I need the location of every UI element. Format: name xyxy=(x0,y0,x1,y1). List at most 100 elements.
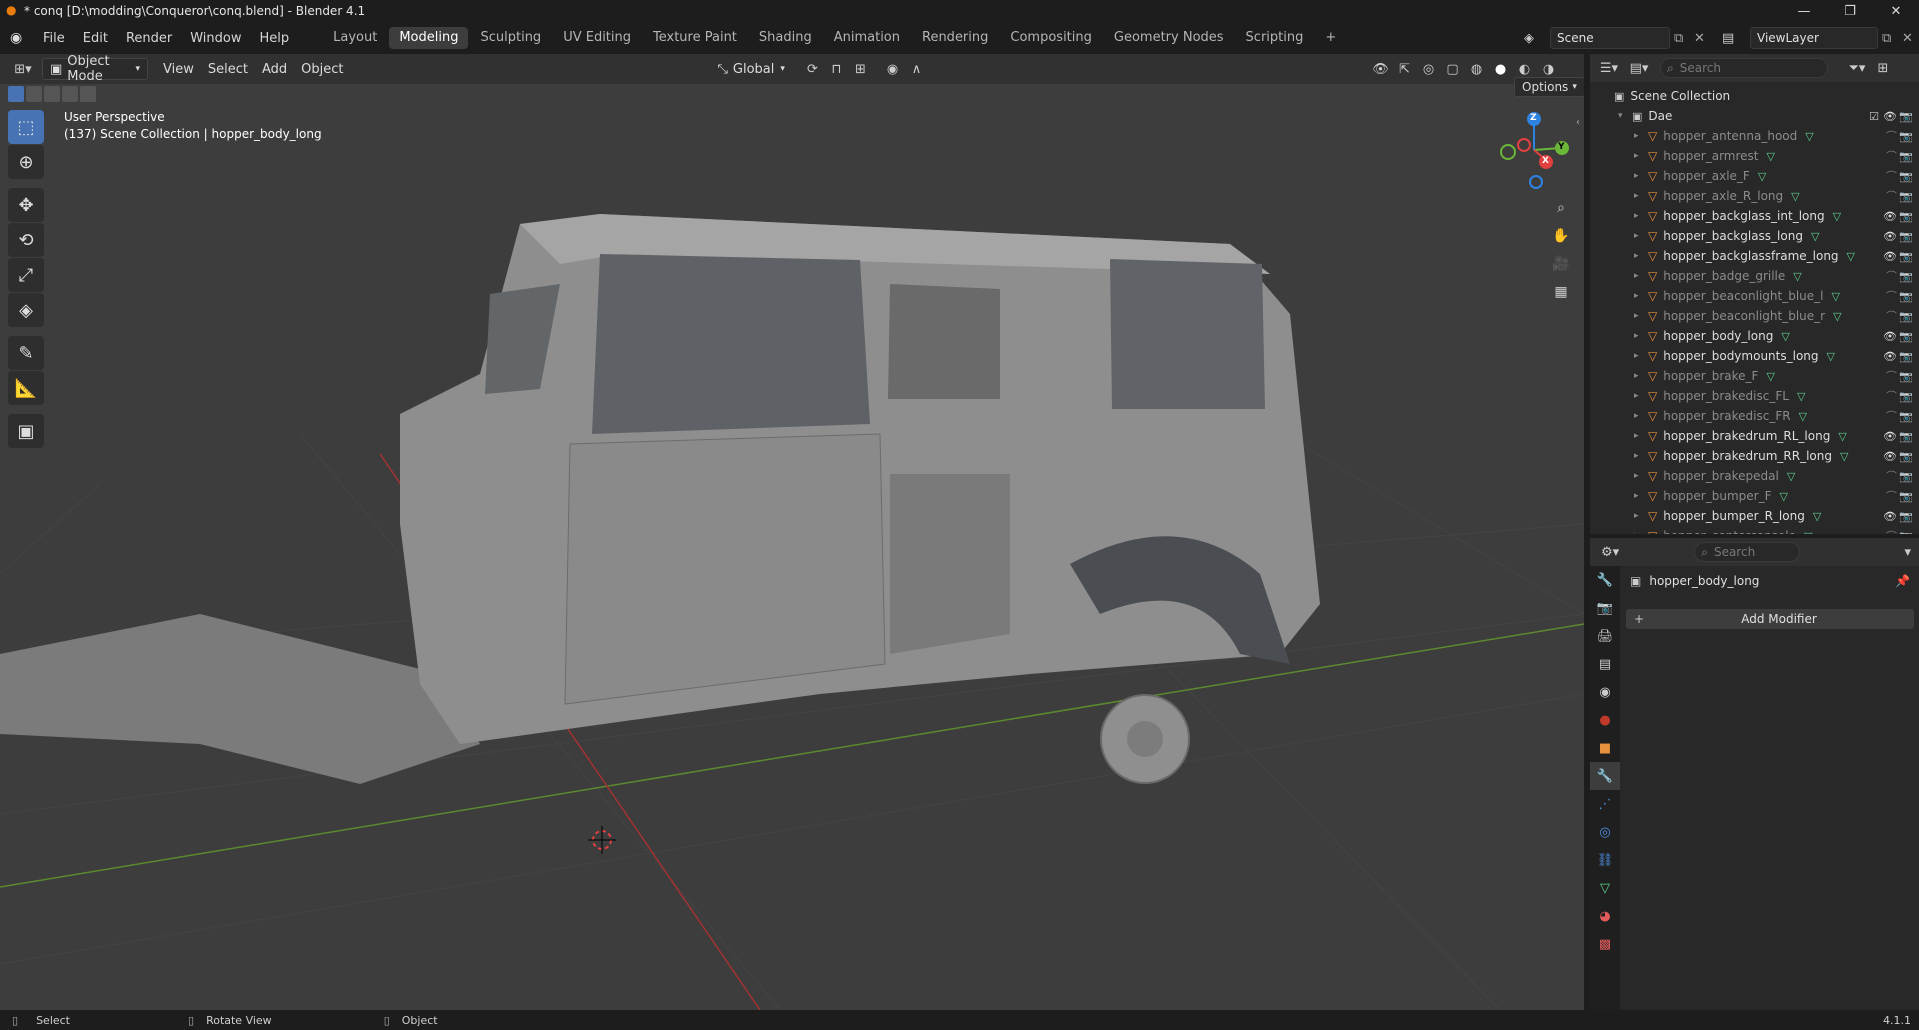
mesh-data-icon[interactable]: ▽ xyxy=(1793,270,1801,283)
checkbox-icon[interactable]: ☑ xyxy=(1869,110,1879,123)
world-tab-icon[interactable]: ● xyxy=(1590,706,1620,734)
eye-icon[interactable]: 👁 xyxy=(1883,250,1897,263)
chevron-right-icon[interactable]: ▸ xyxy=(1634,511,1642,521)
mesh-data-icon[interactable]: ▽ xyxy=(1847,250,1855,263)
new-scene-icon[interactable]: ⧉ xyxy=(1674,31,1694,46)
chevron-right-icon[interactable]: ▸ xyxy=(1634,431,1642,441)
ortho-grid-icon[interactable]: ▦ xyxy=(1547,278,1575,306)
chevron-right-icon[interactable]: ▸ xyxy=(1634,131,1642,141)
camera-icon[interactable]: 📷 xyxy=(1899,130,1913,143)
mesh-data-icon[interactable]: ▽ xyxy=(1840,450,1848,463)
close-icon[interactable]: ✕ xyxy=(1873,0,1919,22)
camera-icon[interactable]: 📷 xyxy=(1899,230,1913,243)
overlay-toggle-icon[interactable]: ◎ xyxy=(1416,58,1440,80)
chevron-right-icon[interactable]: ▸ xyxy=(1634,471,1642,481)
texture-tab-icon[interactable]: ▩ xyxy=(1590,930,1620,958)
camera-icon[interactable]: 📷 xyxy=(1899,510,1913,523)
chevron-right-icon[interactable]: ▸ xyxy=(1634,251,1642,261)
camera-icon[interactable]: 📷 xyxy=(1899,450,1913,463)
chevron-right-icon[interactable]: ▸ xyxy=(1634,411,1642,421)
outliner-item[interactable]: ▸ ▽ hopper_bumper_F ▽ ⌒ 📷 xyxy=(1590,486,1919,506)
mesh-data-icon[interactable]: ▽ xyxy=(1787,470,1795,483)
view-layer-tab-icon[interactable]: ▤ xyxy=(1590,650,1620,678)
chevron-right-icon[interactable]: ▸ xyxy=(1634,391,1642,401)
tab-animation[interactable]: Animation xyxy=(824,27,910,49)
display-mode-icon[interactable]: ▤▾ xyxy=(1624,57,1654,79)
tab-shading[interactable]: Shading xyxy=(749,27,822,49)
camera-icon[interactable]: 📷 xyxy=(1899,290,1913,303)
data-tab-icon[interactable]: ▽ xyxy=(1590,874,1620,902)
menu-select[interactable]: Select xyxy=(201,58,255,80)
minimize-icon[interactable]: — xyxy=(1781,0,1827,22)
falloff-icon[interactable]: ∧ xyxy=(904,58,928,80)
chevron-right-icon[interactable]: ▸ xyxy=(1634,311,1642,321)
object-tab-icon[interactable]: ■ xyxy=(1590,734,1620,762)
select-new-icon[interactable] xyxy=(8,86,24,102)
outliner-item[interactable]: ▸ ▽ hopper_armrest ▽ ⌒ 📷 xyxy=(1590,146,1919,166)
menu-add[interactable]: Add xyxy=(255,58,294,80)
menu-view[interactable]: View xyxy=(156,58,201,80)
viewlayer-field[interactable]: ViewLayer xyxy=(1750,27,1878,49)
properties-search[interactable]: ⌕ Search xyxy=(1694,542,1801,562)
camera-icon[interactable]: 📷 xyxy=(1899,250,1913,263)
eye-icon[interactable]: 👁 xyxy=(1883,350,1897,363)
scene-icon[interactable]: ◈ xyxy=(1524,31,1550,46)
menu-object[interactable]: Object xyxy=(294,58,350,80)
rotate-icon[interactable]: ⟲ xyxy=(8,223,44,257)
mesh-data-icon[interactable]: ▽ xyxy=(1791,190,1799,203)
mesh-data-icon[interactable]: ▽ xyxy=(1766,370,1774,383)
eye-closed-icon[interactable]: ⌒ xyxy=(1886,388,1897,404)
menu-render[interactable]: Render xyxy=(117,31,181,46)
camera-icon[interactable]: 📷 xyxy=(1899,490,1913,503)
eye-closed-icon[interactable]: ⌒ xyxy=(1886,168,1897,184)
tab-scripting[interactable]: Scripting xyxy=(1236,27,1314,49)
eye-icon[interactable]: 👁 xyxy=(1883,330,1897,343)
tab-sculpting[interactable]: Sculpting xyxy=(470,27,551,49)
mesh-data-icon[interactable]: ▽ xyxy=(1779,490,1787,503)
outliner-item[interactable]: ▸ ▽ hopper_badge_grille ▽ ⌒ 📷 xyxy=(1590,266,1919,286)
outliner-item[interactable]: ▸ ▽ hopper_bumper_R_long ▽ 👁 📷 xyxy=(1590,506,1919,526)
camera-view-icon[interactable]: 🎥 xyxy=(1547,250,1575,278)
chevron-right-icon[interactable]: ▸ xyxy=(1634,291,1642,301)
editor-type-icon[interactable]: ⊞▾ xyxy=(8,58,38,80)
mesh-data-icon[interactable]: ▽ xyxy=(1797,390,1805,403)
eye-icon[interactable]: 👁 xyxy=(1883,230,1897,243)
eye-closed-icon[interactable]: ⌒ xyxy=(1886,308,1897,324)
restore-icon[interactable]: ❐ xyxy=(1827,0,1873,22)
move-icon[interactable]: ✥ xyxy=(8,188,44,222)
material-tab-icon[interactable]: ◕ xyxy=(1590,902,1620,930)
mesh-data-icon[interactable]: ▽ xyxy=(1767,150,1775,163)
outliner-item[interactable]: ▸ ▽ hopper_axle_R_long ▽ ⌒ 📷 xyxy=(1590,186,1919,206)
outliner-item[interactable]: ▸ ▽ hopper_backglass_long ▽ 👁 📷 xyxy=(1590,226,1919,246)
select-extend-icon[interactable] xyxy=(26,86,42,102)
mode-selector[interactable]: ▣ Object Mode ▾ xyxy=(42,54,148,84)
camera-icon[interactable]: 📷 xyxy=(1899,210,1913,223)
visibility-icon[interactable]: 👁 xyxy=(1368,58,1392,80)
mesh-data-icon[interactable]: ▽ xyxy=(1781,330,1789,343)
editor-type-icon[interactable]: ⚙▾ xyxy=(1596,541,1624,563)
pan-hand-icon[interactable]: ✋ xyxy=(1547,222,1575,250)
modifier-tab-icon[interactable]: 🔧 xyxy=(1590,762,1620,790)
chevron-down-icon[interactable]: ▾ xyxy=(1618,111,1626,121)
render-tab-icon[interactable]: 📷 xyxy=(1590,594,1620,622)
camera-icon[interactable]: 📷 xyxy=(1899,170,1913,183)
tab-uv-editing[interactable]: UV Editing xyxy=(553,27,641,49)
measure-icon[interactable]: 📐 xyxy=(8,371,44,405)
mesh-data-icon[interactable]: ▽ xyxy=(1805,130,1813,143)
chevron-right-icon[interactable]: ▸ xyxy=(1634,271,1642,281)
wireframe-shading-icon[interactable]: ◍ xyxy=(1464,58,1488,80)
mesh-data-icon[interactable]: ▽ xyxy=(1799,410,1807,423)
eye-icon[interactable]: 👁 xyxy=(1883,450,1897,463)
chevron-right-icon[interactable]: ▸ xyxy=(1634,491,1642,501)
pin-icon[interactable]: 📌 xyxy=(1895,574,1910,588)
mesh-data-icon[interactable]: ▽ xyxy=(1811,230,1819,243)
select-subtract-icon[interactable] xyxy=(44,86,60,102)
chevron-right-icon[interactable]: ▸ xyxy=(1634,231,1642,241)
tool-tab-icon[interactable]: 🔧 xyxy=(1590,566,1620,594)
outliner-item[interactable]: ▸ ▽ hopper_brakedrum_RR_long ▽ 👁 📷 xyxy=(1590,446,1919,466)
select-invert-icon[interactable] xyxy=(62,86,78,102)
mesh-data-icon[interactable]: ▽ xyxy=(1833,210,1841,223)
new-viewlayer-icon[interactable]: ⧉ xyxy=(1882,31,1902,46)
tree-item-scene-collection[interactable]: ▣ Scene Collection xyxy=(1590,86,1919,106)
tab-rendering[interactable]: Rendering xyxy=(912,27,998,49)
